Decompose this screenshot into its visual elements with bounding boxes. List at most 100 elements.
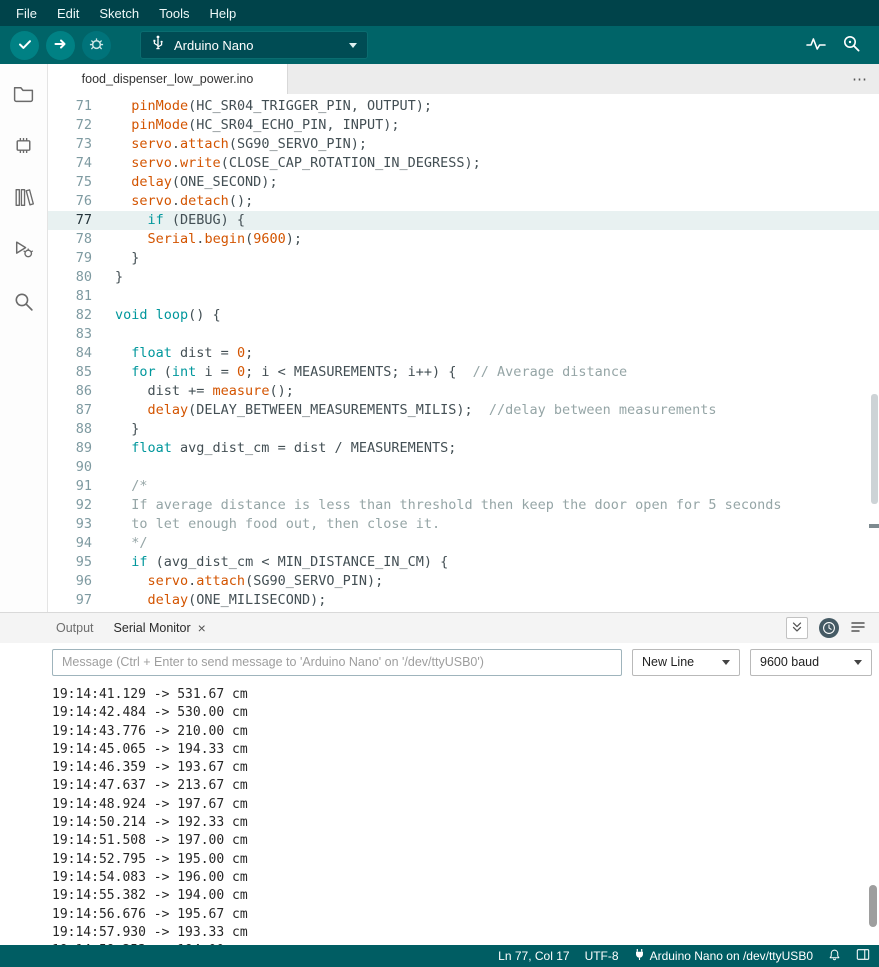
- code-line[interactable]: 71 pinMode(HC_SR04_TRIGGER_PIN, OUTPUT);: [48, 97, 879, 116]
- code-editor[interactable]: 71 pinMode(HC_SR04_TRIGGER_PIN, OUTPUT);…: [48, 94, 879, 612]
- menu-sketch[interactable]: Sketch: [89, 6, 149, 21]
- line-number: 78: [48, 230, 92, 249]
- line-number: 98: [48, 610, 92, 612]
- statusbar: Ln 77, Col 17 UTF-8 Arduino Nano on /dev…: [0, 945, 879, 967]
- close-icon[interactable]: ×: [198, 620, 206, 636]
- code-line[interactable]: 90: [48, 458, 879, 477]
- bug-icon: [88, 35, 105, 55]
- serial-line: 19:14:48.924 -> 197.67 cm: [52, 796, 879, 814]
- code-line[interactable]: 79 }: [48, 249, 879, 268]
- collapse-panel-button[interactable]: [786, 617, 808, 639]
- sidebar-item-sketchbook[interactable]: [5, 76, 43, 114]
- line-number: 90: [48, 458, 92, 477]
- code-line[interactable]: 82void loop() {: [48, 306, 879, 325]
- sidebar-item-library-manager[interactable]: [5, 180, 43, 218]
- code-line[interactable]: 86 dist += measure();: [48, 382, 879, 401]
- code-line[interactable]: 78 Serial.begin(9600);: [48, 230, 879, 249]
- code-line[interactable]: 74 servo.write(CLOSE_CAP_ROTATION_IN_DEG…: [48, 154, 879, 173]
- notifications-button[interactable]: [828, 948, 841, 965]
- serial-line: 19:14:50.214 -> 192.33 cm: [52, 814, 879, 832]
- line-number: 79: [48, 249, 92, 268]
- editor-overview-mark: [869, 524, 879, 528]
- code-line[interactable]: 88 }: [48, 420, 879, 439]
- code-line[interactable]: 87 delay(DELAY_BETWEEN_MEASUREMENTS_MILI…: [48, 401, 879, 420]
- code-line[interactable]: 97 delay(ONE_MILISECOND);: [48, 591, 879, 610]
- menu-file[interactable]: File: [6, 6, 47, 21]
- line-number: 81: [48, 287, 92, 306]
- line-ending-value: New Line: [642, 655, 694, 669]
- line-number: 85: [48, 363, 92, 382]
- tab-output[interactable]: Output: [56, 621, 94, 635]
- code-line[interactable]: 98 servo.write(OPEN_CAP_ROTATION_IN_DEGR…: [48, 610, 879, 612]
- code-line[interactable]: 83: [48, 325, 879, 344]
- toolbar-right: [806, 34, 869, 56]
- toggle-timestamp-button[interactable]: [819, 618, 839, 638]
- board-selector[interactable]: Arduino Nano: [140, 31, 368, 59]
- line-number: 92: [48, 496, 92, 515]
- serial-output-lines: 19:14:41.129 -> 531.67 cm19:14:42.484 ->…: [52, 686, 879, 945]
- serial-line: 19:14:46.359 -> 193.67 cm: [52, 759, 879, 777]
- line-number: 87: [48, 401, 92, 420]
- code-line[interactable]: 96 servo.attach(SG90_SERVO_PIN);: [48, 572, 879, 591]
- code-line[interactable]: 77 if (DEBUG) {: [48, 211, 879, 230]
- code-line[interactable]: 93 to let enough food out, then close it…: [48, 515, 879, 534]
- encoding-indicator[interactable]: UTF-8: [585, 949, 619, 963]
- serial-plotter-button[interactable]: [806, 35, 826, 56]
- debug-play-icon: [12, 238, 35, 264]
- code-line[interactable]: 84 float dist = 0;: [48, 344, 879, 363]
- sidebar-item-boards-manager[interactable]: [5, 128, 43, 166]
- code-line[interactable]: 92 If average distance is less than thre…: [48, 496, 879, 515]
- code-line[interactable]: 95 if (avg_dist_cm < MIN_DISTANCE_IN_CM)…: [48, 553, 879, 572]
- debug-button[interactable]: [82, 31, 111, 60]
- serial-message-input[interactable]: [52, 649, 622, 676]
- code-line[interactable]: 73 servo.attach(SG90_SERVO_PIN);: [48, 135, 879, 154]
- menu-tools[interactable]: Tools: [149, 6, 199, 21]
- toggle-panel-button[interactable]: [856, 948, 870, 964]
- menu-edit[interactable]: Edit: [47, 6, 89, 21]
- menu-help[interactable]: Help: [199, 6, 246, 21]
- baud-rate-value: 9600 baud: [760, 655, 819, 669]
- code-line[interactable]: 89 float avg_dist_cm = dist / MEASUREMEN…: [48, 439, 879, 458]
- clear-lines-icon: [850, 620, 866, 637]
- code-line[interactable]: 80}: [48, 268, 879, 287]
- panel-actions: [786, 617, 879, 639]
- line-number: 86: [48, 382, 92, 401]
- cursor-position[interactable]: Ln 77, Col 17: [498, 949, 569, 963]
- tab-food-dispenser-low-power[interactable]: food_dispenser_low_power.ino: [48, 64, 288, 94]
- chevron-down-icon: [349, 43, 357, 48]
- activity-sidebar: [0, 64, 48, 612]
- code-line[interactable]: 91 /*: [48, 477, 879, 496]
- code-line[interactable]: 85 for (int i = 0; i < MEASUREMENTS; i++…: [48, 363, 879, 382]
- code-line[interactable]: 75 delay(ONE_SECOND);: [48, 173, 879, 192]
- code-line[interactable]: 72 pinMode(HC_SR04_ECHO_PIN, INPUT);: [48, 116, 879, 135]
- sidebar-item-search[interactable]: [5, 284, 43, 322]
- board-connection[interactable]: Arduino Nano on /dev/ttyUSB0: [634, 948, 813, 964]
- baud-rate-select[interactable]: 9600 baud: [750, 649, 872, 676]
- sidebar-item-debug[interactable]: [5, 232, 43, 270]
- chip-icon: [12, 134, 35, 160]
- tab-overflow-button[interactable]: ⋯: [840, 64, 879, 94]
- line-number: 97: [48, 591, 92, 610]
- serial-scrollbar[interactable]: [869, 885, 877, 927]
- board-selector-label: Arduino Nano: [174, 38, 349, 53]
- menubar: File Edit Sketch Tools Help: [0, 0, 879, 26]
- tab-serial-monitor[interactable]: Serial Monitor ×: [114, 620, 206, 636]
- editor-scrollbar[interactable]: [871, 394, 878, 504]
- line-number: 96: [48, 572, 92, 591]
- tab-label: food_dispenser_low_power.ino: [82, 72, 254, 86]
- code-line[interactable]: 76 servo.detach();: [48, 192, 879, 211]
- clear-output-button[interactable]: [850, 620, 866, 637]
- upload-button[interactable]: [46, 31, 75, 60]
- serial-monitor-button[interactable]: [842, 34, 861, 56]
- pulse-icon: [806, 35, 826, 56]
- bell-icon: [828, 948, 841, 965]
- verify-button[interactable]: [10, 31, 39, 60]
- layout-panel-icon: [856, 948, 870, 964]
- serial-output[interactable]: 19:14:41.129 -> 531.67 cm19:14:42.484 ->…: [0, 681, 879, 945]
- code-line[interactable]: 81: [48, 287, 879, 306]
- code-line[interactable]: 94 */: [48, 534, 879, 553]
- line-ending-select[interactable]: New Line: [632, 649, 740, 676]
- line-number: 93: [48, 515, 92, 534]
- chevron-down-icon: [854, 660, 862, 665]
- line-number: 95: [48, 553, 92, 572]
